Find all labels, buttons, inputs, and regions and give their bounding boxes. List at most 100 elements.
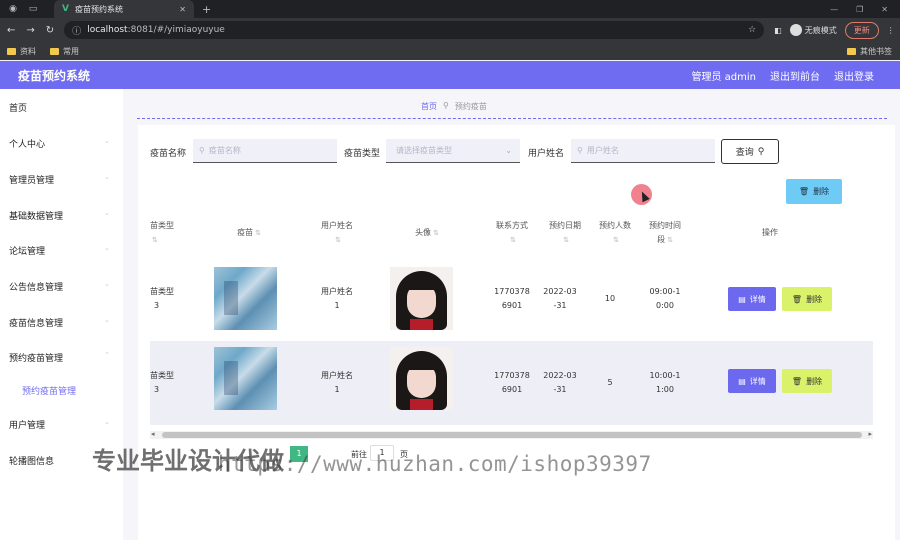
cell-phone: 1770378 6901	[494, 371, 530, 394]
update-button[interactable]: 更新	[844, 21, 879, 39]
delete-button[interactable]: 🗑 删除	[782, 287, 832, 311]
app-brand: 疫苗预约系统	[18, 68, 91, 83]
detail-button[interactable]: ▤ 详情	[728, 287, 776, 311]
close-tab-icon[interactable]: ✕	[179, 5, 186, 14]
vaccine-name-placeholder: 疫苗名称	[208, 146, 241, 155]
url-host: localhost	[87, 25, 128, 35]
sort-icon[interactable]: ⇅	[667, 236, 673, 244]
vaccine-name-input[interactable]: ⚲ 疫苗名称	[193, 139, 337, 163]
vaccine-type-select[interactable]: 请选择疫苗类型 ⌄	[386, 139, 520, 163]
sidebar-item-appointments[interactable]: 预约疫苗管理 ⌃	[9, 351, 110, 364]
sort-icon[interactable]: ⇅	[304, 233, 372, 247]
reload-icon[interactable]: ↻	[46, 25, 54, 36]
bookmark-star-icon[interactable]: ☆	[748, 25, 756, 35]
sidebar-item-notices[interactable]: 公告信息管理 ⌄	[9, 280, 110, 293]
minimize-icon[interactable]: —	[830, 5, 838, 14]
col-time[interactable]: 预约时间段 ⇅	[640, 219, 690, 247]
folder-icon	[7, 47, 16, 55]
avatar	[390, 347, 453, 410]
vaccine-image	[214, 267, 277, 330]
sort-icon[interactable]: ⇅	[152, 233, 180, 247]
browser-tab-bar: ◉ ▭ V 疫苗预约系统 ✕ + — ❐ ✕	[0, 0, 900, 18]
scroll-right-icon[interactable]: ▸	[868, 430, 872, 438]
sidebar-item-profile[interactable]: 个人中心 ⌄	[9, 137, 110, 150]
other-bookmarks[interactable]: 其他书签	[847, 46, 900, 57]
logout-link[interactable]: 退出登录	[834, 68, 874, 83]
sidebar-item-home[interactable]: 首页	[9, 101, 27, 114]
sidebar-item-users[interactable]: 用户管理 ⌄	[9, 418, 110, 431]
cell-type: 苗类型 3	[150, 371, 174, 394]
sidebar-item-forum[interactable]: 论坛管理 ⌄	[9, 244, 110, 257]
search-icon: ⚲	[757, 146, 765, 157]
folder-icon	[847, 47, 856, 55]
vaccine-type-placeholder: 请选择疫苗类型	[396, 146, 452, 155]
watermark-url: https://www.huzhan.com/ishop39397	[218, 452, 652, 476]
col-vaccine[interactable]: 疫苗 ⇅	[214, 226, 284, 240]
col-type[interactable]: 苗类型 ⇅	[150, 219, 180, 247]
sidebar-subitem-appointments[interactable]: 预约疫苗管理	[22, 384, 76, 397]
detail-button[interactable]: ▤ 详情	[728, 369, 776, 393]
sort-icon[interactable]: ⇅	[489, 233, 537, 247]
sort-icon[interactable]: ⇅	[255, 229, 261, 237]
cell-count: 5	[607, 378, 613, 387]
cell-time: 09:00-1 0:00	[649, 287, 681, 310]
bookmark-folder[interactable]: 常用	[50, 46, 79, 57]
col-date[interactable]: 预约日期 ⇅	[540, 219, 590, 247]
breadcrumb-separator-icon: ⚲	[443, 101, 449, 110]
vue-logo-icon: V	[62, 4, 69, 14]
chevron-down-icon: ⌄	[104, 137, 110, 145]
sort-icon[interactable]: ⇅	[433, 229, 439, 237]
forward-icon[interactable]: →	[26, 25, 34, 36]
info-icon[interactable]: ⓘ	[72, 24, 81, 37]
bookmark-label: 常用	[63, 46, 79, 56]
batch-delete-button[interactable]: 🗑 删除	[786, 179, 842, 204]
close-window-icon[interactable]: ✕	[881, 5, 888, 14]
cell-user-name: 用户姓名 1	[321, 287, 353, 310]
scroll-left-icon[interactable]: ◂	[151, 430, 155, 438]
back-to-front-link[interactable]: 退出到前台	[770, 68, 820, 83]
query-button[interactable]: 查询 ⚲	[721, 139, 779, 164]
cell-date: 2022-03 -31	[543, 287, 577, 310]
col-phone[interactable]: 联系方式 ⇅	[487, 219, 537, 247]
user-name-input[interactable]: ⚲ 用户姓名	[571, 139, 715, 163]
cell-user-name: 用户姓名 1	[321, 371, 353, 394]
sidebar-item-admins[interactable]: 管理员管理 ⌄	[9, 173, 110, 186]
sidepanel-icon[interactable]: ◧	[774, 26, 782, 35]
cell-phone: 1770378 6901	[494, 287, 530, 310]
restore-icon[interactable]: ❐	[856, 5, 863, 14]
divider	[137, 118, 887, 119]
chevron-down-icon: ⌄	[104, 316, 110, 324]
user-name-placeholder: 用户姓名	[586, 146, 619, 155]
horizontal-scrollbar[interactable]: ◂ ▸	[150, 430, 873, 439]
sort-icon[interactable]: ⇅	[542, 233, 590, 247]
search-icon: ⚲	[577, 146, 583, 155]
sidebar-item-carousel[interactable]: 轮播图信息 ⌄	[9, 454, 110, 467]
url-field[interactable]: ⓘ localhost:8081/#/yimiaoyuyue ☆	[64, 21, 765, 39]
current-user: 管理员 admin	[691, 71, 756, 83]
content-panel: 疫苗名称 ⚲ 疫苗名称 疫苗类型 请选择疫苗类型 ⌄ 用户姓名 ⚲ 用户姓名 查…	[138, 125, 895, 540]
tab-list-icon[interactable]: ▭	[26, 2, 40, 16]
chevron-down-icon: ⌄	[104, 280, 110, 288]
back-icon[interactable]: ←	[7, 25, 15, 36]
chevron-down-icon: ⌄	[104, 173, 110, 181]
col-avatar[interactable]: 头像 ⇅	[392, 226, 462, 240]
chevron-up-icon: ⌃	[104, 351, 110, 359]
bookmark-folder[interactable]: 资料	[7, 46, 36, 57]
scrollbar-thumb[interactable]	[162, 432, 862, 438]
globe-icon[interactable]: ◉	[6, 2, 20, 16]
incognito-indicator[interactable]: 无痕模式	[789, 24, 837, 36]
sort-icon[interactable]: ⇅	[592, 233, 640, 247]
col-count[interactable]: 预约人数 ⇅	[590, 219, 640, 247]
cell-time: 10:00-1 1:00	[649, 371, 681, 394]
new-tab-icon[interactable]: +	[202, 3, 211, 16]
sidebar-item-vaccine-info[interactable]: 疫苗信息管理 ⌄	[9, 316, 110, 329]
bookmark-label: 资料	[20, 46, 36, 56]
sidebar-item-basedata[interactable]: 基础数据管理 ⌄	[9, 209, 110, 222]
breadcrumb-home[interactable]: 首页	[421, 101, 437, 112]
browser-tab[interactable]: V 疫苗预约系统 ✕	[54, 0, 194, 18]
more-menu-icon[interactable]: ⋮	[887, 26, 895, 35]
breadcrumb-current: 预约疫苗	[454, 102, 487, 111]
trash-icon: 🗑	[791, 294, 803, 304]
col-user-name[interactable]: 用户姓名 ⇅	[302, 219, 372, 247]
delete-button[interactable]: 🗑 删除	[782, 369, 832, 393]
